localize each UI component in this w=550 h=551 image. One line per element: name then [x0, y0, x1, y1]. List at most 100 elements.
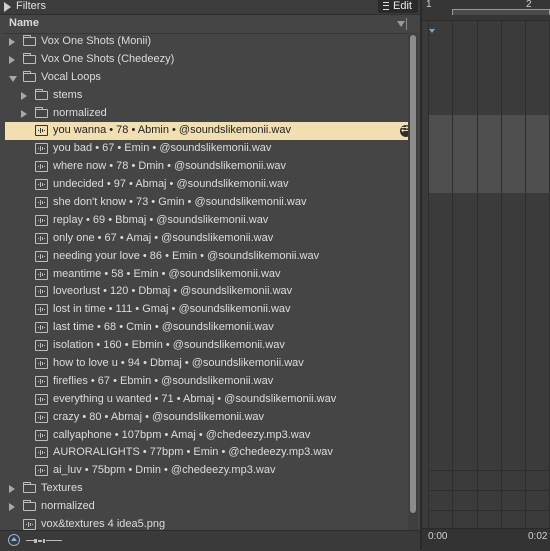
file-row[interactable]: vox&textures 4 idea5.png	[3, 516, 408, 530]
column-header[interactable]: Name	[3, 15, 415, 34]
folder-row[interactable]: normalized	[3, 105, 408, 123]
chevron-right-icon[interactable]	[21, 91, 27, 100]
time-label: 0:02	[528, 531, 548, 542]
audio-file-icon	[35, 214, 48, 226]
file-row[interactable]: undecided • 97 • Abmaj • @soundslikemoni…	[3, 176, 408, 194]
row-label: undecided • 97 • Abmaj • @soundslikemoni…	[53, 178, 289, 191]
preview-icon[interactable]	[8, 534, 20, 546]
audio-file-icon	[23, 519, 36, 530]
row-label: AURORALIGHTS • 77bpm • Emin • @chedeezy.…	[53, 446, 333, 459]
audio-file-icon	[35, 411, 48, 423]
file-row[interactable]: how to love u • 94 • Dbmaj • @soundslike…	[3, 355, 408, 373]
filters-bar[interactable]: Filters Edit	[0, 0, 420, 15]
audio-file-icon	[35, 250, 48, 262]
folder-row[interactable]: normalized	[3, 498, 408, 516]
folder-row[interactable]: Vox One Shots (Monii)	[3, 33, 408, 51]
file-row[interactable]: you bad • 67 • Emin • @soundslikemonii.w…	[3, 140, 408, 158]
audio-file-icon	[35, 286, 48, 298]
audio-file-icon	[35, 375, 48, 387]
row-label: loveorlust • 120 • Dbmaj • @soundslikemo…	[53, 285, 293, 298]
file-row[interactable]: you wanna • 78 • Abmin • @soundslikemoni…	[5, 121, 408, 141]
chevron-right-icon[interactable]	[9, 55, 15, 64]
file-row[interactable]: isolation • 160 • Ebmin • @soundslikemon…	[3, 337, 408, 355]
grid-line	[501, 20, 502, 530]
audio-file-icon	[35, 179, 48, 191]
file-row[interactable]: crazy • 80 • Abmaj • @soundslikemonii.wa…	[3, 409, 408, 427]
file-row[interactable]: fireflies • 67 • Ebmin • @soundslikemoni…	[3, 373, 408, 391]
audio-file-icon	[35, 340, 48, 352]
file-row[interactable]: she don't know • 73 • Gmin • @soundslike…	[3, 194, 408, 212]
grid-line	[428, 20, 429, 530]
scrollbar[interactable]	[408, 33, 418, 530]
chevron-right-icon[interactable]	[9, 503, 15, 512]
row-label: Vox One Shots (Chedeezy)	[41, 52, 175, 65]
time-ruler[interactable]: 0:00 0:02	[422, 528, 550, 551]
playhead-marker[interactable]	[429, 29, 435, 33]
audio-file-icon	[35, 393, 48, 405]
audio-file-icon	[35, 465, 48, 477]
row-label: you bad • 67 • Emin • @soundslikemonii.w…	[53, 142, 272, 155]
grid-line	[452, 20, 453, 530]
file-row[interactable]: ai_luv • 75bpm • Dmin • @chedeezy.mp3.wa…	[3, 462, 408, 480]
edit-label: Edit	[393, 0, 412, 12]
file-row[interactable]: meantime • 58 • Emin • @soundslikemonii.…	[3, 266, 408, 284]
row-label: isolation • 160 • Ebmin • @soundslikemon…	[53, 339, 285, 352]
audio-file-icon	[35, 358, 48, 370]
chevron-right-icon[interactable]	[9, 38, 15, 46]
track-divider	[428, 470, 550, 471]
file-row[interactable]: replay • 69 • Bbmaj • @soundslikemonii.w…	[3, 212, 408, 230]
bar-ruler[interactable]: 1 2	[422, 0, 550, 21]
audio-file-icon	[35, 143, 48, 155]
file-row[interactable]: AURORALIGHTS • 77bpm • Emin • @chedeezy.…	[3, 444, 408, 462]
audio-file-icon	[35, 197, 48, 209]
preview-waveform[interactable]	[26, 539, 62, 543]
file-row[interactable]: callyaphone • 107bpm • Amaj • @chedeezy.…	[3, 427, 408, 445]
column-divider	[406, 18, 407, 30]
file-row[interactable]: needing your love • 86 • Emin • @soundsl…	[3, 248, 408, 266]
row-label: Vox One Shots (Monii)	[41, 35, 152, 47]
row-label: only one • 67 • Amaj • @soundslikemonii.…	[53, 231, 274, 244]
audio-file-icon	[35, 268, 48, 280]
row-label: you wanna • 78 • Abmin • @soundslikemoni…	[53, 124, 291, 137]
hotswap-icon[interactable]	[400, 121, 408, 139]
folder-icon	[23, 52, 36, 64]
bar-number: 1	[426, 0, 432, 10]
row-label: needing your love • 86 • Emin • @soundsl…	[53, 249, 320, 262]
sort-arrow-icon[interactable]	[397, 21, 405, 27]
file-row[interactable]: where now • 78 • Dmin • @soundslikemonii…	[3, 158, 408, 176]
edit-icon	[383, 2, 389, 10]
file-row[interactable]: loveorlust • 120 • Dbmaj • @soundslikemo…	[3, 283, 408, 301]
row-label: where now • 78 • Dmin • @soundslikemonii…	[53, 160, 287, 173]
row-label: fireflies • 67 • Ebmin • @soundslikemoni…	[53, 374, 274, 387]
scrollbar-thumb[interactable]	[410, 35, 416, 513]
file-row[interactable]: only one • 67 • Amaj • @soundslikemonii.…	[3, 230, 408, 248]
audio-file-icon	[35, 447, 48, 459]
row-label: ai_luv • 75bpm • Dmin • @chedeezy.mp3.wa…	[53, 464, 276, 477]
folder-row[interactable]: Vox One Shots (Chedeezy)	[3, 51, 408, 69]
folder-icon	[23, 35, 36, 46]
time-label: 0:00	[428, 531, 448, 542]
preview-bar	[0, 530, 420, 551]
file-row[interactable]: last time • 68 • Cmin • @soundslikemonii…	[3, 319, 408, 337]
folder-row[interactable]: Textures	[3, 480, 408, 498]
row-label: normalized	[41, 500, 95, 513]
row-label: how to love u • 94 • Dbmaj • @soundslike…	[53, 357, 304, 370]
grid-line	[525, 20, 526, 530]
name-column-header[interactable]: Name	[9, 17, 39, 29]
chevron-right-icon[interactable]	[9, 485, 15, 494]
file-row[interactable]: lost in time • 111 • Gmaj • @soundslikem…	[3, 301, 408, 319]
folder-row[interactable]: Vocal Loops	[3, 69, 408, 87]
clip-region[interactable]	[428, 115, 550, 193]
loop-brace[interactable]	[452, 9, 550, 15]
row-label: stems	[53, 88, 83, 101]
chevron-right-icon[interactable]	[21, 109, 27, 118]
filters-toggle-icon[interactable]	[4, 2, 11, 12]
browser-panel: Filters Edit Name Vox One Shots (Monii) V…	[0, 0, 420, 551]
row-label: Vocal Loops	[41, 70, 101, 83]
row-label: lost in time • 111 • Gmaj • @soundslikem…	[53, 303, 291, 316]
track-divider	[428, 510, 550, 511]
folder-row[interactable]: stems	[3, 87, 408, 105]
edit-button[interactable]: Edit	[378, 0, 418, 13]
file-row[interactable]: everything u wanted • 71 • Abmaj • @soun…	[3, 391, 408, 409]
chevron-down-icon[interactable]	[9, 75, 17, 82]
